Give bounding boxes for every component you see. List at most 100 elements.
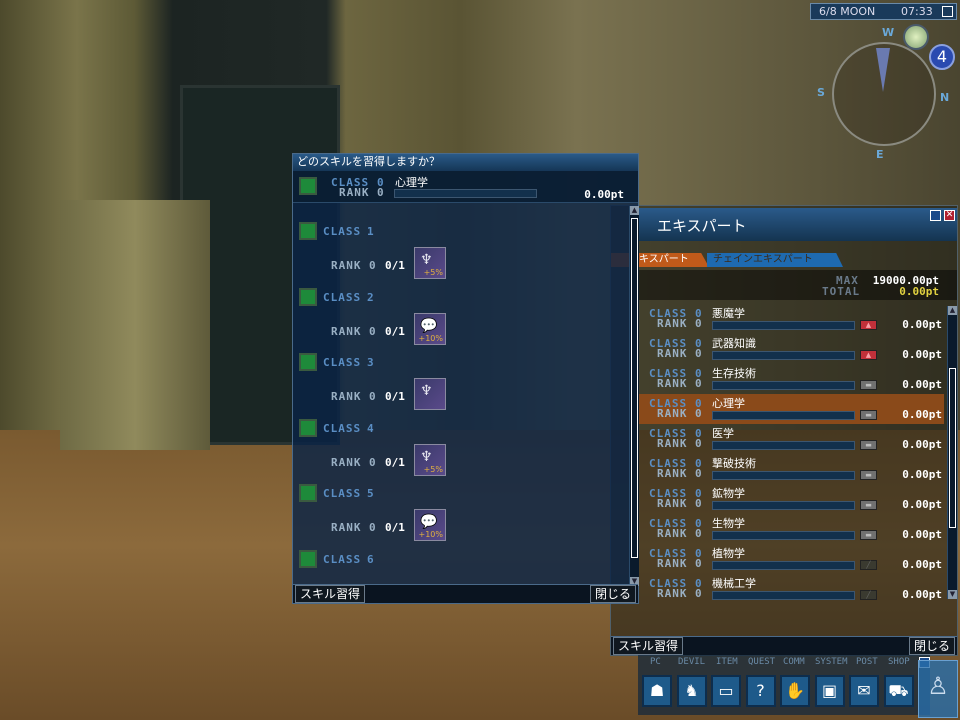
- skill-name: 心理学: [395, 176, 428, 189]
- points-summary: MAX 19000.00pt TOTAL 0.00pt: [639, 270, 957, 300]
- expert-row[interactable]: CLASS 0 RANK 0 武器知識 ▲ 0.00pt: [639, 334, 944, 364]
- keep-indicator-icon[interactable]: ▬: [860, 380, 877, 390]
- expert-points: 0.00pt: [902, 468, 942, 481]
- close-button[interactable]: 閉じる: [908, 637, 955, 655]
- chat-icon[interactable]: 💬 +10%: [414, 509, 446, 542]
- lock-indicator-icon[interactable]: ╱: [860, 590, 877, 600]
- rank-row[interactable]: RANK 0 0/1 💬 +10%: [293, 509, 623, 543]
- chat-icon[interactable]: 💬 +10%: [414, 312, 446, 345]
- checkbox-icon[interactable]: [299, 287, 317, 306]
- menu-tab-post[interactable]: POST: [856, 657, 878, 667]
- checkbox-icon[interactable]: [299, 550, 317, 568]
- menu-tab-pc[interactable]: PC: [650, 657, 661, 667]
- date: 6/8 MOON: [819, 5, 876, 18]
- rank-row[interactable]: RANK 0 0/1 💬 +10%: [293, 312, 623, 347]
- keep-indicator-icon[interactable]: ▬: [860, 410, 877, 420]
- class-row[interactable]: CLASS 2: [293, 287, 623, 307]
- menu-tab-system[interactable]: SYSTEM: [815, 657, 848, 667]
- quest-icon[interactable]: ?: [745, 675, 776, 707]
- checkbox-icon[interactable]: [299, 353, 317, 372]
- expert-row[interactable]: CLASS 0 RANK 0 医学 ▬ 0.00pt: [639, 424, 944, 454]
- up-indicator-icon[interactable]: ▲: [860, 350, 877, 360]
- expert-name: 生物学: [712, 517, 745, 530]
- character-status-icon[interactable]: ♙: [918, 660, 958, 718]
- scroll-up-icon[interactable]: ▲: [948, 306, 957, 315]
- close-button[interactable]: 閉じる: [589, 585, 636, 603]
- dialog-title: どのスキルを習得しますか？: [297, 155, 440, 168]
- handshake-icon[interactable]: ✋: [780, 675, 810, 707]
- scroll-thumb[interactable]: [631, 218, 638, 558]
- menu-tab-quest[interactable]: QUEST: [748, 657, 775, 667]
- moon-icon: [903, 24, 929, 50]
- devil-icon[interactable]: ♞: [676, 675, 707, 707]
- expert-progress-bar: [712, 351, 855, 360]
- expert-points: 0.00pt: [902, 498, 942, 511]
- compass-needle: [876, 48, 890, 92]
- menu-tab-shop[interactable]: SHOP: [888, 657, 910, 667]
- expert-row[interactable]: CLASS 0 RANK 0 生物学 ▬ 0.00pt: [639, 514, 944, 544]
- rank-row[interactable]: RANK 0 0/1 ♆ +5%: [293, 247, 623, 281]
- scroll-up-icon[interactable]: ▲: [630, 206, 639, 215]
- expert-row[interactable]: CLASS 0 RANK 0 心理学 ▬ 0.00pt: [639, 394, 944, 424]
- clock-bar: 6/8 MOON 07:33: [810, 3, 957, 20]
- skill-learn-dialog: どのスキルを習得しますか？ CLASS 0 RANK 0 心理学 0.00pt …: [292, 153, 639, 604]
- rank-row[interactable]: RANK 0 0/1 ♆: [293, 378, 623, 412]
- person-icon[interactable]: ☗: [642, 675, 672, 707]
- checkbox-icon[interactable]: [299, 418, 317, 437]
- up-indicator-icon[interactable]: ▲: [860, 320, 877, 330]
- post-icon[interactable]: ✉: [849, 675, 879, 707]
- main-menu: PC DEVIL ITEM QUEST COMM SYSTEM POST SHOP ☗ ♞ ▭? ✋ ▣…: [638, 655, 930, 715]
- minimize-icon[interactable]: [930, 210, 941, 221]
- keep-indicator-icon[interactable]: ▬: [860, 500, 877, 510]
- scroll-thumb[interactable]: [949, 368, 956, 528]
- scroll-down-icon[interactable]: ▼: [948, 590, 957, 599]
- expert-progress-bar: [712, 381, 855, 390]
- menu-tab-comm[interactable]: COMM: [783, 657, 805, 667]
- item-box-icon[interactable]: ▭: [711, 675, 741, 707]
- expert-row[interactable]: CLASS 0 RANK 0 鉱物学 ▬ 0.00pt: [639, 484, 944, 514]
- keep-indicator-icon[interactable]: ▬: [860, 470, 877, 480]
- skill-progress-bar: [394, 189, 537, 198]
- expert-points: 0.00pt: [902, 528, 942, 541]
- expert-row[interactable]: CLASS 0 RANK 0 機械工学 ╱ 0.00pt: [639, 574, 944, 604]
- checkbox-icon[interactable]: [299, 222, 317, 240]
- menu-tab-item[interactable]: ITEM: [716, 657, 738, 667]
- class-row[interactable]: CLASS 3: [293, 352, 623, 372]
- close-icon[interactable]: ✕: [944, 210, 955, 221]
- class-row[interactable]: CLASS 4: [293, 418, 623, 438]
- expert-row[interactable]: CLASS 0 RANK 0 撃破技術 ▬ 0.00pt: [639, 454, 944, 484]
- lock-indicator-icon[interactable]: ╱: [860, 560, 877, 570]
- tab-chain-expert[interactable]: チェインエキスパート: [707, 253, 843, 267]
- expert-progress-bar: [712, 441, 855, 450]
- class-row[interactable]: CLASS 5: [293, 483, 623, 503]
- keep-indicator-icon[interactable]: ▬: [860, 530, 877, 540]
- expert-row[interactable]: CLASS 0 RANK 0 悪魔学 ▲ 0.00pt: [639, 304, 944, 334]
- cart-icon[interactable]: ⛟: [883, 675, 914, 707]
- checkbox-icon[interactable]: [299, 484, 317, 503]
- expert-points: 0.00pt: [902, 318, 942, 331]
- learn-skill-button[interactable]: スキル習得: [295, 585, 366, 603]
- class-row[interactable]: CLASS 1: [293, 221, 623, 241]
- learn-skill-button[interactable]: スキル習得: [613, 637, 684, 655]
- keep-indicator-icon[interactable]: ▬: [860, 440, 877, 450]
- minimize-icon[interactable]: [942, 6, 953, 17]
- menu-tab-devil[interactable]: DEVIL: [678, 657, 705, 667]
- expert-title-bar: エキスパート ✕: [639, 208, 957, 241]
- dialog-scrollbar[interactable]: ▲ ▼: [629, 206, 639, 586]
- dialog-title-bar: どのスキルを習得しますか？: [293, 154, 638, 171]
- rank-count: 0/1: [385, 455, 405, 469]
- class-row[interactable]: CLASS 6: [293, 549, 623, 569]
- expert-name: 鉱物学: [712, 487, 745, 500]
- rank-row[interactable]: RANK 0 0/1 ♆ +5%: [293, 443, 623, 478]
- armor-up-icon[interactable]: ♆ +5%: [414, 443, 446, 476]
- armor-icon[interactable]: ♆: [414, 378, 446, 411]
- expert-points: 0.00pt: [902, 408, 942, 421]
- expert-row[interactable]: CLASS 0 RANK 0 植物学 ╱ 0.00pt: [639, 544, 944, 574]
- expert-row[interactable]: CLASS 0 RANK 0 生存技術 ▬ 0.00pt: [639, 364, 944, 394]
- computer-icon[interactable]: ▣: [814, 675, 845, 707]
- expert-name: 植物学: [712, 547, 745, 560]
- expert-scrollbar[interactable]: ▲ ▼: [947, 306, 957, 599]
- expert-progress-bar: [712, 531, 855, 540]
- rank-count: 0/1: [385, 259, 405, 272]
- armor-up-icon[interactable]: ♆ +5%: [414, 247, 446, 279]
